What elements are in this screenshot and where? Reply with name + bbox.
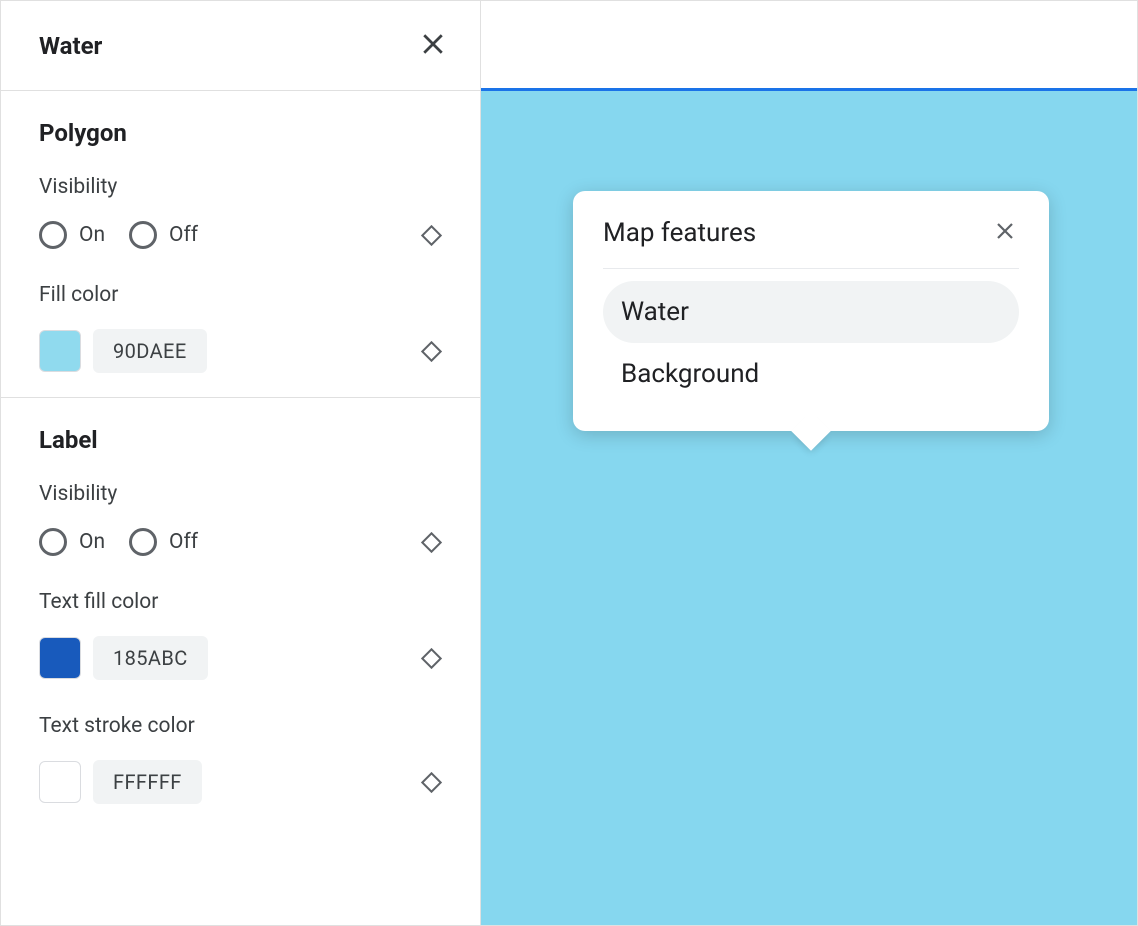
polygon-fill-label: Fill color: [39, 283, 442, 307]
label-text-fill-label: Text fill color: [39, 590, 442, 614]
diamond-icon: [420, 647, 441, 668]
label-text-fill-reset[interactable]: [420, 647, 442, 669]
polygon-visibility-off[interactable]: Off: [129, 221, 212, 249]
radio-icon: [39, 221, 67, 249]
label-visibility-reset[interactable]: [420, 531, 442, 553]
diamond-icon: [420, 224, 441, 245]
radio-off-label: Off: [169, 530, 198, 554]
label-text-stroke-hex[interactable]: FFFFFF: [93, 760, 202, 804]
label-text-fill-hex[interactable]: 185ABC: [93, 636, 208, 680]
polygon-visibility-label: Visibility: [39, 175, 442, 199]
label-text-stroke-label: Text stroke color: [39, 714, 442, 738]
label-text-stroke-reset[interactable]: [420, 771, 442, 793]
preview-topbar: [481, 1, 1137, 91]
diamond-icon: [420, 340, 441, 361]
polygon-visibility-group: Visibility On Off: [39, 175, 442, 249]
popover-header: Map features: [603, 217, 1019, 269]
map-canvas[interactable]: Map features Water Background: [481, 91, 1137, 925]
close-icon: [993, 219, 1017, 243]
style-sidebar: Water Polygon Visibility On Off: [1, 1, 481, 925]
map-features-popover: Map features Water Background: [573, 191, 1049, 431]
radio-on-label: On: [79, 223, 105, 247]
polygon-fill-reset[interactable]: [420, 340, 442, 362]
diamond-icon: [420, 771, 441, 792]
popover-close-button[interactable]: [991, 217, 1019, 248]
polygon-visibility-reset[interactable]: [420, 224, 442, 246]
popover-item-water[interactable]: Water: [603, 281, 1019, 343]
polygon-fill-hex[interactable]: 90DAEE: [93, 329, 207, 373]
polygon-section-title: Polygon: [39, 119, 442, 147]
polygon-visibility-on[interactable]: On: [39, 221, 119, 249]
label-visibility-group: Visibility On Off: [39, 482, 442, 556]
label-text-stroke-group: Text stroke color FFFFFF: [39, 714, 442, 804]
popover-item-background[interactable]: Background: [603, 343, 1019, 405]
radio-off-label: Off: [169, 223, 198, 247]
label-text-stroke-swatch[interactable]: [39, 761, 81, 803]
radio-icon: [129, 528, 157, 556]
polygon-fill-group: Fill color 90DAEE: [39, 283, 442, 373]
close-sidebar-button[interactable]: [414, 25, 452, 66]
label-text-fill-swatch[interactable]: [39, 637, 81, 679]
label-visibility-on[interactable]: On: [39, 528, 119, 556]
label-section-title: Label: [39, 426, 442, 454]
sidebar-title: Water: [39, 32, 102, 60]
radio-icon: [129, 221, 157, 249]
label-section: Label Visibility On Off: [1, 398, 480, 828]
label-visibility-label: Visibility: [39, 482, 442, 506]
label-text-fill-group: Text fill color 185ABC: [39, 590, 442, 680]
close-icon: [418, 29, 448, 59]
diamond-icon: [420, 531, 441, 552]
polygon-section: Polygon Visibility On Off: [1, 91, 480, 398]
label-visibility-off[interactable]: Off: [129, 528, 212, 556]
radio-on-label: On: [79, 530, 105, 554]
sidebar-header: Water: [1, 1, 480, 91]
map-preview-pane: Map features Water Background: [481, 1, 1137, 925]
radio-icon: [39, 528, 67, 556]
popover-title: Map features: [603, 218, 756, 248]
polygon-fill-swatch[interactable]: [39, 330, 81, 372]
